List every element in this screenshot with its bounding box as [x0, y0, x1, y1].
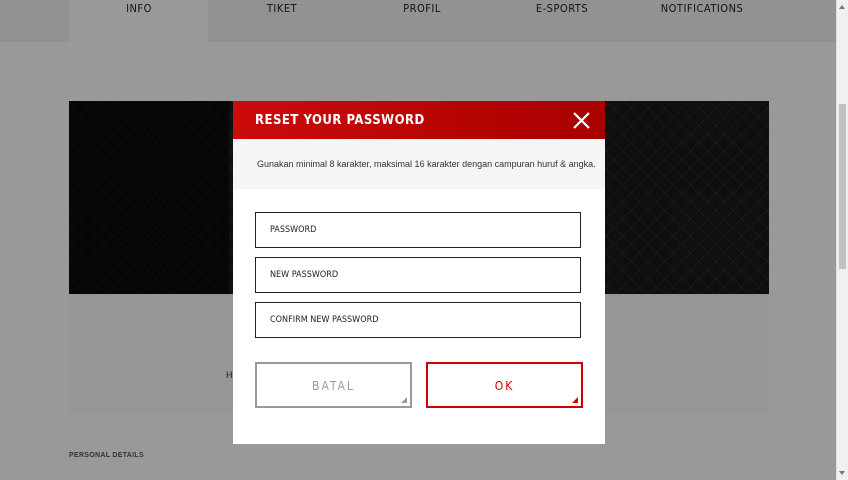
confirm-password-field[interactable]	[255, 302, 581, 338]
ok-button[interactable]: OK	[426, 362, 583, 408]
scroll-up-icon[interactable]	[839, 5, 845, 9]
notice-bar: Gunakan minimal 8 karakter, maksimal 16 …	[233, 139, 605, 189]
password-input[interactable]	[256, 213, 570, 247]
close-button[interactable]	[572, 111, 591, 130]
page: INFO TIKET PROFIL E-SPORTS NOTIFICATIONS…	[0, 0, 848, 480]
modal-header: RESET YOUR PASSWORD	[233, 101, 605, 139]
ok-button-label: OK	[494, 379, 515, 393]
new-password-field[interactable]	[255, 257, 581, 293]
password-requirements-text: Gunakan minimal 8 karakter, maksimal 16 …	[257, 159, 596, 169]
scroll-down-icon[interactable]	[839, 471, 845, 475]
password-field[interactable]	[255, 212, 581, 248]
reset-password-modal: RESET YOUR PASSWORD Gunakan minimal 8 ka…	[233, 101, 605, 444]
corner-triangle-icon	[572, 397, 578, 403]
modal-title: RESET YOUR PASSWORD	[255, 113, 425, 128]
corner-triangle-icon	[401, 397, 407, 403]
scrollbar-thumb[interactable]	[839, 104, 846, 269]
cancel-button-label: BATAL	[312, 379, 355, 393]
page-scrollbar[interactable]	[836, 0, 848, 480]
new-password-input[interactable]	[256, 258, 570, 292]
confirm-password-input[interactable]	[256, 303, 570, 337]
close-icon	[573, 112, 590, 129]
cancel-button[interactable]: BATAL	[255, 362, 412, 408]
